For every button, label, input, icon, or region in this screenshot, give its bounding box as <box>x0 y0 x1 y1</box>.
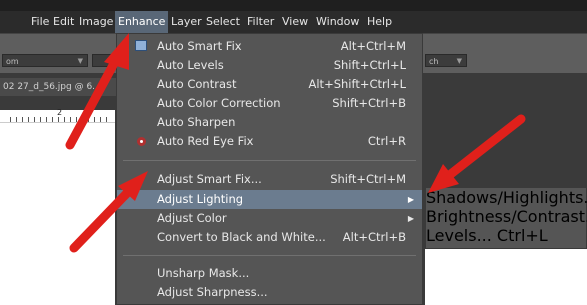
menu-item-adjust-smart-fix[interactable]: Adjust Smart Fix... Shift+Ctrl+M <box>117 170 422 189</box>
menu-item-shortcut: Ctrl+R <box>367 134 406 148</box>
submenu-arrow-icon: ▶ <box>407 195 414 204</box>
submenu-arrow-icon: ▶ <box>407 214 414 223</box>
submenu-item-levels[interactable]: Levels... Ctrl+L <box>426 226 586 245</box>
horizontal-ruler: 2 <box>0 108 115 123</box>
menu-item-label: Adjust Sharpness... <box>157 285 268 299</box>
chevron-down-icon: ▼ <box>77 57 83 65</box>
menu-item-auto-red-eye-fix[interactable]: Auto Red Eye Fix Ctrl+R <box>117 132 422 151</box>
red-eye-icon <box>137 137 146 146</box>
title-strip <box>0 0 587 11</box>
menu-bar: File Edit Image Enhance Layer Select Fil… <box>0 11 587 33</box>
menu-item-convert-to-black-and-white[interactable]: Convert to Black and White... Alt+Ctrl+B <box>117 228 422 247</box>
menu-item-auto-color-correction[interactable]: Auto Color Correction Shift+Ctrl+B <box>117 94 422 113</box>
document-tab[interactable]: 02 27_d_56.jpg @ 6... <box>0 78 120 96</box>
search-field-value: ch <box>429 57 439 66</box>
ruler-number: 2 <box>57 108 63 117</box>
smart-fix-icon <box>135 40 147 51</box>
menu-item-shortcut: Alt+Ctrl+B <box>342 230 406 244</box>
menu-item-label: Auto Sharpen <box>157 115 236 129</box>
menu-item-adjust-color[interactable]: Adjust Color ▶ <box>117 209 422 228</box>
menu-item-label: Adjust Smart Fix... <box>157 172 262 186</box>
enhance-menu: Auto Smart Fix Alt+Ctrl+M Auto Levels Sh… <box>116 33 423 305</box>
menu-separator <box>123 255 416 256</box>
menu-filter[interactable]: Filter <box>247 11 274 33</box>
menu-item-shortcut: Alt+Ctrl+M <box>340 39 406 53</box>
menu-item-shortcut: Alt+Shift+Ctrl+L <box>308 77 407 91</box>
menu-enhance[interactable]: Enhance <box>115 11 169 33</box>
menu-item-auto-smart-fix[interactable]: Auto Smart Fix Alt+Ctrl+M <box>117 37 422 56</box>
adjust-lighting-submenu: Shadows/Highlights... Brightness/Contras… <box>425 187 587 249</box>
menu-item-auto-contrast[interactable]: Auto Contrast Alt+Shift+Ctrl+L <box>117 75 422 94</box>
menu-help[interactable]: Help <box>367 11 392 33</box>
menu-separator <box>123 160 416 161</box>
menu-item-label: Auto Color Correction <box>157 96 281 110</box>
menu-item-shortcut: Shift+Ctrl+M <box>330 172 406 186</box>
menu-item-label: Convert to Black and White... <box>157 230 326 244</box>
submenu-item-label: Shadows/Highlights... <box>426 188 587 207</box>
menu-item-label: Adjust Color <box>157 211 227 225</box>
menu-item-label: Adjust Lighting <box>157 192 244 206</box>
zoom-field[interactable]: om ▼ <box>2 54 88 67</box>
menu-layer[interactable]: Layer <box>171 11 202 33</box>
menu-item-label: Auto Contrast <box>157 77 237 91</box>
menu-item-label: Auto Levels <box>157 58 224 72</box>
submenu-item-brightness-contrast[interactable]: Brightness/Contrast... <box>426 207 587 226</box>
submenu-item-label: Brightness/Contrast... <box>426 207 587 226</box>
submenu-item-label: Levels... <box>426 226 492 245</box>
menu-select[interactable]: Select <box>206 11 240 33</box>
options-dropdown[interactable] <box>92 54 114 67</box>
menu-window[interactable]: Window <box>316 11 359 33</box>
menu-edit[interactable]: Edit <box>53 11 74 33</box>
menu-item-unsharp-mask[interactable]: Unsharp Mask... <box>117 264 422 283</box>
submenu-item-shortcut: Ctrl+L <box>496 226 548 245</box>
photo-editor-window: File Edit Image Enhance Layer Select Fil… <box>0 0 587 305</box>
menu-view[interactable]: View <box>282 11 308 33</box>
menu-item-label: Unsharp Mask... <box>157 266 250 280</box>
menu-item-adjust-lighting[interactable]: Adjust Lighting ▶ <box>117 190 422 209</box>
menu-item-label: Auto Smart Fix <box>157 39 242 53</box>
chevron-down-icon: ▼ <box>456 57 462 65</box>
menu-item-adjust-sharpness[interactable]: Adjust Sharpness... <box>117 283 422 302</box>
menu-item-label: Auto Red Eye Fix <box>157 134 254 148</box>
menu-item-auto-sharpen[interactable]: Auto Sharpen <box>117 113 422 132</box>
menu-image[interactable]: Image <box>79 11 113 33</box>
ruler-ticks <box>10 117 110 122</box>
menu-item-shortcut: Shift+Ctrl+L <box>333 58 406 72</box>
zoom-field-value: om <box>6 57 19 66</box>
search-field[interactable]: ch ▼ <box>425 54 467 67</box>
submenu-item-shadows-highlights[interactable]: Shadows/Highlights... <box>426 188 587 207</box>
menu-item-auto-levels[interactable]: Auto Levels Shift+Ctrl+L <box>117 56 422 75</box>
image-canvas[interactable] <box>0 123 115 305</box>
menu-file[interactable]: File <box>31 11 49 33</box>
menu-item-shortcut: Shift+Ctrl+B <box>332 96 406 110</box>
